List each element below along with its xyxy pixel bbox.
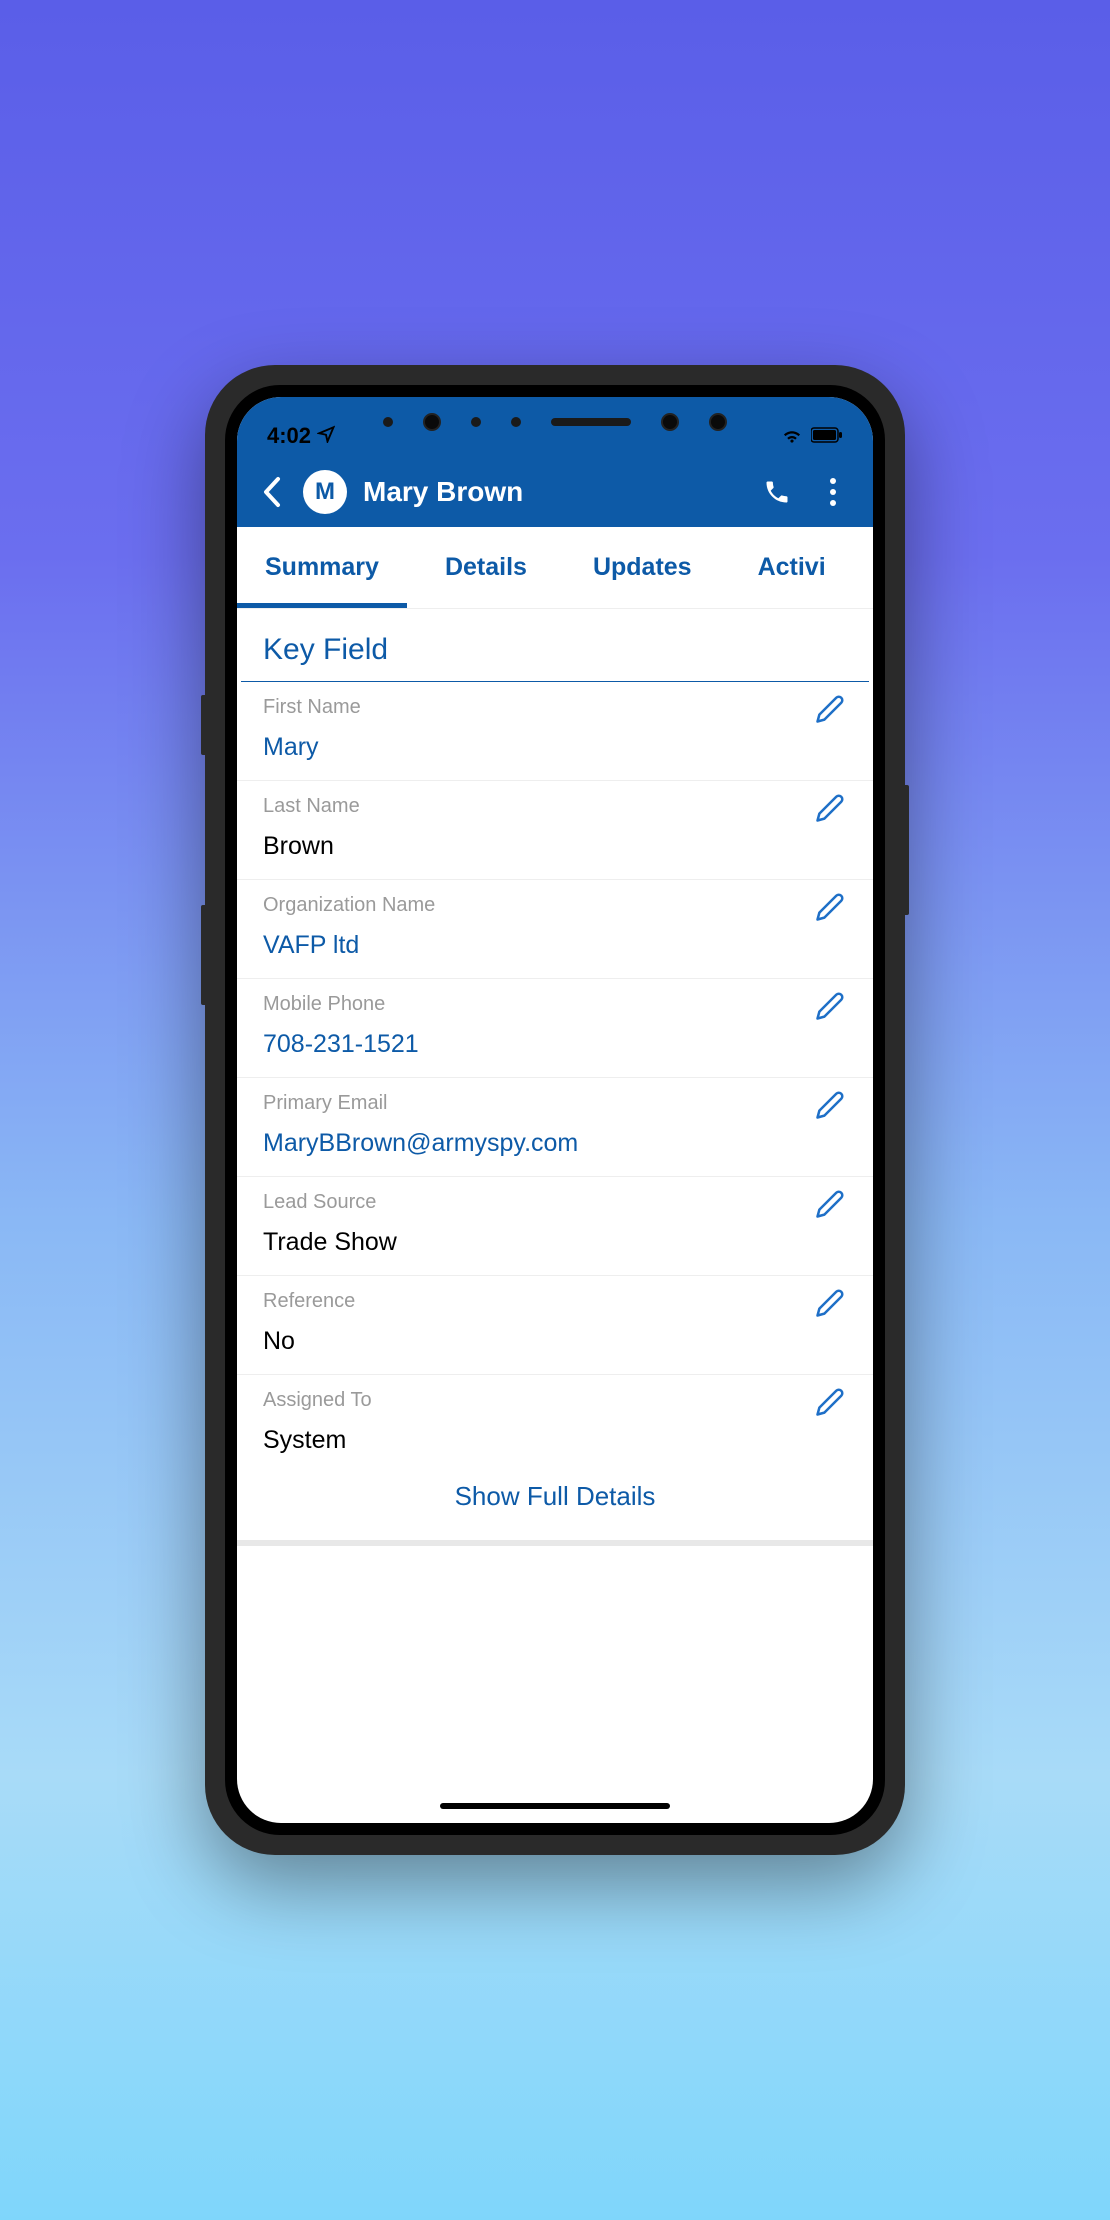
edit-icon[interactable] [815, 892, 847, 924]
more-button[interactable] [813, 472, 853, 512]
field-value: Trade Show [263, 1228, 847, 1257]
field-mobile-phone: Mobile Phone 708-231-1521 [237, 979, 873, 1078]
side-button [201, 695, 205, 755]
field-label: Mobile Phone [263, 993, 847, 1016]
edit-icon[interactable] [815, 793, 847, 825]
field-value[interactable]: MaryBBrown@armyspy.com [263, 1129, 847, 1158]
field-label: Reference [263, 1290, 847, 1313]
edit-icon[interactable] [815, 1189, 847, 1221]
field-value[interactable]: 708-231-1521 [263, 1030, 847, 1059]
tab-bar: Summary Details Updates Activi [237, 527, 873, 609]
field-value: No [263, 1327, 847, 1356]
side-button [905, 785, 909, 915]
home-indicator[interactable] [440, 1803, 670, 1809]
phone-inner: 4:02 [225, 385, 885, 1835]
field-value: Brown [263, 832, 847, 861]
field-label: Organization Name [263, 894, 847, 917]
field-label: Assigned To [263, 1389, 847, 1412]
phone-notch [225, 413, 885, 431]
tab-activities[interactable]: Activi [740, 527, 844, 608]
edit-icon[interactable] [815, 1387, 847, 1419]
tab-details[interactable]: Details [427, 527, 545, 608]
field-reference: Reference No [237, 1276, 873, 1375]
tab-updates[interactable]: Updates [575, 527, 710, 608]
field-label: First Name [263, 696, 847, 719]
field-value: System [263, 1426, 847, 1455]
field-first-name: First Name Mary [237, 682, 873, 781]
call-button[interactable] [757, 472, 797, 512]
edit-icon[interactable] [815, 1288, 847, 1320]
app-header: M Mary Brown [237, 457, 873, 527]
screen: 4:02 [237, 397, 873, 1823]
field-label: Primary Email [263, 1092, 847, 1115]
edit-icon[interactable] [815, 1090, 847, 1122]
page-title: Mary Brown [363, 476, 741, 508]
field-list: First Name Mary Last Name Brown Organiza… [237, 682, 873, 1459]
field-value[interactable]: Mary [263, 733, 847, 762]
section-title: Key Field [241, 609, 869, 682]
show-full-details-button[interactable]: Show Full Details [237, 1459, 873, 1546]
tab-summary[interactable]: Summary [247, 527, 397, 608]
edit-icon[interactable] [815, 991, 847, 1023]
edit-icon[interactable] [815, 694, 847, 726]
field-primary-email: Primary Email MaryBBrown@armyspy.com [237, 1078, 873, 1177]
field-assigned-to: Assigned To System [237, 1375, 873, 1459]
back-button[interactable] [257, 472, 287, 512]
field-label: Lead Source [263, 1191, 847, 1214]
phone-frame: 4:02 [205, 365, 905, 1855]
field-lead-source: Lead Source Trade Show [237, 1177, 873, 1276]
avatar: M [303, 470, 347, 514]
field-label: Last Name [263, 795, 847, 818]
field-last-name: Last Name Brown [237, 781, 873, 880]
field-organization: Organization Name VAFP ltd [237, 880, 873, 979]
avatar-initial: M [315, 478, 335, 506]
side-button [201, 905, 205, 1005]
field-value[interactable]: VAFP ltd [263, 931, 847, 960]
